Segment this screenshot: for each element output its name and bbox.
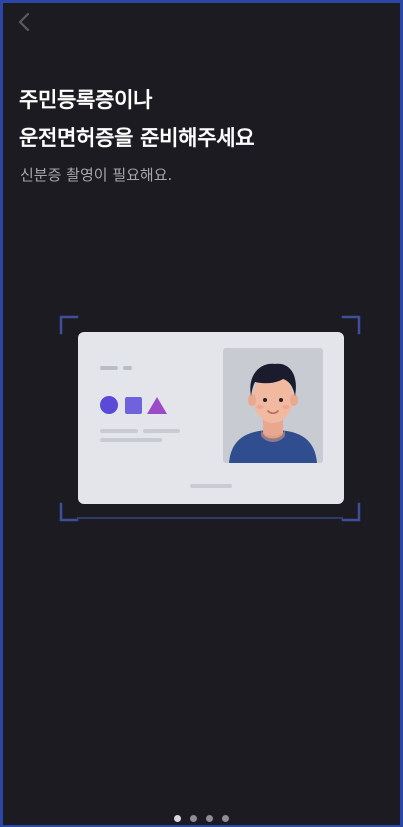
card-text-bar — [100, 438, 162, 442]
page-subtitle: 신분증 촬영이 필요해요. — [20, 166, 173, 184]
back-button[interactable] — [13, 11, 35, 33]
card-text-bar — [123, 366, 132, 370]
page-dot[interactable] — [222, 815, 229, 822]
page-title: 주민등록증이나 운전면허증을 준비해주세요 — [19, 81, 389, 157]
id-photo — [223, 348, 323, 463]
onboarding-screen: 주민등록증이나 운전면허증을 준비해주세요 신분증 촬영이 필요해요. — [0, 0, 403, 827]
page-dot[interactable] — [206, 815, 213, 822]
page-title-line-2: 운전면허증을 준비해주세요 — [19, 126, 255, 150]
card-text-bar — [100, 429, 138, 433]
page-dot-active[interactable] — [174, 815, 181, 822]
card-text-bar — [190, 484, 232, 488]
page-indicator — [3, 815, 400, 822]
card-text-bar — [143, 429, 180, 433]
id-card-illustration-icon — [78, 332, 344, 504]
circle-shape-icon — [100, 396, 118, 414]
triangle-shape-icon — [147, 397, 167, 414]
person-avatar-icon — [229, 363, 317, 463]
page-dot[interactable] — [190, 815, 197, 822]
square-shape-icon — [125, 397, 142, 414]
page-title-line-1: 주민등록증이나 — [19, 88, 153, 112]
chevron-left-icon — [18, 13, 30, 31]
card-text-bar — [100, 366, 118, 370]
